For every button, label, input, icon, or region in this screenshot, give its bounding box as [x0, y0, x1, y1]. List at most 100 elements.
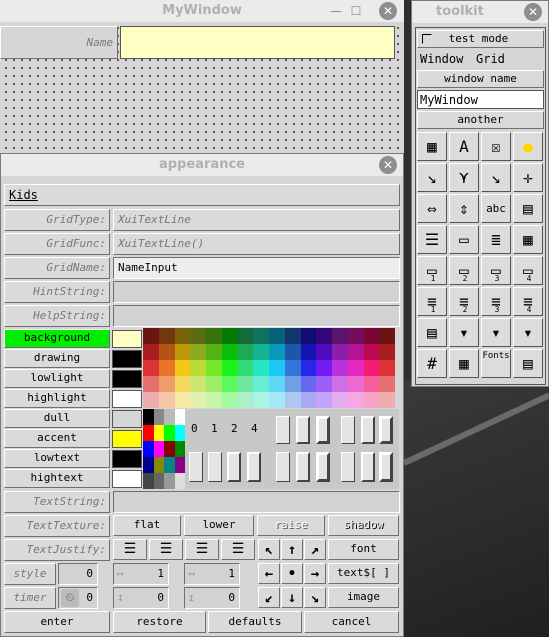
- palette-cell[interactable]: [269, 360, 285, 376]
- palette-cell[interactable]: [347, 328, 364, 344]
- arrows-merge-icon[interactable]: ⋎: [449, 163, 479, 192]
- palette-cell[interactable]: [206, 344, 222, 360]
- palette-cell[interactable]: [379, 376, 395, 392]
- border-style-option[interactable]: [316, 416, 330, 444]
- border-width-0[interactable]: 0: [191, 422, 198, 435]
- enter-button[interactable]: enter: [4, 611, 110, 633]
- basic-color-cell[interactable]: [153, 441, 164, 457]
- palette-cell[interactable]: [237, 360, 254, 376]
- justify-left-icon[interactable]: ☰: [113, 539, 147, 560]
- palette-cell[interactable]: [300, 376, 317, 392]
- border-style-option[interactable]: [208, 452, 222, 482]
- grid1b-icon[interactable]: ≡ 1: [417, 287, 447, 316]
- palette-cell[interactable]: [190, 376, 206, 392]
- palette-cell[interactable]: [379, 344, 395, 360]
- timer-field[interactable]: ⏲ 0: [58, 587, 98, 609]
- justify-full-icon[interactable]: ☰: [221, 539, 255, 560]
- palette-cell[interactable]: [347, 376, 364, 392]
- minimize-icon[interactable]: —: [327, 0, 345, 22]
- palette-cell[interactable]: [174, 328, 191, 344]
- menu-icon[interactable]: ▭: [449, 225, 479, 254]
- palette-cell[interactable]: [221, 392, 238, 408]
- palette-cell[interactable]: [158, 328, 175, 344]
- palette-icon[interactable]: ▦: [417, 132, 447, 161]
- border-style-option[interactable]: [379, 416, 393, 444]
- palette-cell[interactable]: [316, 392, 332, 408]
- basic-color-cell[interactable]: [153, 473, 164, 489]
- palette-cell[interactable]: [190, 328, 206, 344]
- border-style-option[interactable]: [276, 416, 290, 444]
- palette-cell[interactable]: [158, 392, 175, 408]
- grid4b-icon[interactable]: ≡ 4: [513, 287, 543, 316]
- number-icon[interactable]: #: [417, 349, 447, 378]
- color-role-lowtext[interactable]: lowtext: [4, 449, 110, 468]
- grid2b-icon[interactable]: ≡ 2: [449, 287, 479, 316]
- palette-cell[interactable]: [174, 392, 191, 408]
- arrow-ne-icon[interactable]: ↗: [304, 539, 326, 560]
- palette-cell[interactable]: [269, 344, 285, 360]
- palette-cell[interactable]: [300, 360, 317, 376]
- color-palette-basic[interactable]: [143, 409, 185, 489]
- palette-cell[interactable]: [332, 328, 348, 344]
- border-width-2[interactable]: 2: [231, 422, 238, 435]
- palette-cell[interactable]: [363, 360, 380, 376]
- arrow-n-icon[interactable]: ↑: [281, 539, 303, 560]
- basic-color-cell[interactable]: [174, 441, 185, 457]
- text-icon[interactable]: A: [449, 132, 479, 161]
- palette-cell[interactable]: [143, 360, 159, 376]
- style-value[interactable]: 0: [58, 563, 98, 585]
- border-style-option[interactable]: [296, 416, 310, 444]
- palette-cell[interactable]: [174, 344, 191, 360]
- test-mode-toggle[interactable]: test mode: [417, 30, 544, 48]
- palette-cell[interactable]: [332, 376, 348, 392]
- close-icon[interactable]: ✕: [524, 3, 542, 21]
- palette-cell[interactable]: [253, 344, 269, 360]
- palette-cell[interactable]: [253, 376, 269, 392]
- dropdown3-icon[interactable]: ▾: [513, 318, 543, 347]
- basic-color-cell[interactable]: [174, 473, 185, 489]
- texture-shadow-button[interactable]: shadow: [328, 515, 399, 536]
- color-swatch-lowlight[interactable]: [112, 370, 142, 388]
- arrow-se-icon[interactable]: ↘: [481, 163, 511, 192]
- spin-3-field[interactable]: ↧ 0: [113, 587, 169, 609]
- image-button[interactable]: image: [328, 587, 399, 608]
- palette-cell[interactable]: [284, 344, 301, 360]
- palette-cell[interactable]: [206, 392, 222, 408]
- another-button[interactable]: another: [417, 111, 544, 129]
- menu-window[interactable]: Window: [420, 52, 463, 66]
- color-role-hightext[interactable]: hightext: [4, 469, 110, 488]
- basic-color-cell[interactable]: [164, 473, 175, 489]
- arrow-w-icon[interactable]: ←: [258, 563, 280, 584]
- palette-cell[interactable]: [284, 360, 301, 376]
- color-swatch-accent[interactable]: [112, 430, 142, 448]
- window-name-button[interactable]: window name: [417, 70, 544, 88]
- arrow-nw-icon[interactable]: ↖: [258, 539, 280, 560]
- palette-cell[interactable]: [284, 392, 301, 408]
- color-swatch-background[interactable]: [112, 330, 142, 348]
- arrow-se-icon[interactable]: ↘: [304, 587, 326, 608]
- palette-cell[interactable]: [269, 392, 285, 408]
- palette-cell[interactable]: [379, 392, 395, 408]
- palette-cell[interactable]: [332, 392, 348, 408]
- grid1-icon[interactable]: ▭ 1: [417, 256, 447, 285]
- color-palette[interactable]: [143, 328, 395, 408]
- basic-color-cell[interactable]: [143, 441, 154, 457]
- texture-raise-button[interactable]: raise: [257, 515, 325, 536]
- border-width-4[interactable]: 4: [251, 422, 258, 435]
- palette-cell[interactable]: [300, 392, 317, 408]
- palette-cell[interactable]: [363, 344, 380, 360]
- border-style-option[interactable]: [361, 452, 375, 482]
- menu-grid[interactable]: Grid: [476, 52, 505, 66]
- palette-cell[interactable]: [316, 376, 332, 392]
- window-name-input[interactable]: MyWindow: [417, 90, 544, 109]
- panel-icon[interactable]: ▤: [417, 318, 447, 347]
- palette-cell[interactable]: [284, 376, 301, 392]
- basic-color-cell[interactable]: [143, 473, 154, 489]
- justify-right-icon[interactable]: ☰: [185, 539, 219, 560]
- palette-cell[interactable]: [347, 360, 364, 376]
- palette-cell[interactable]: [253, 328, 269, 344]
- border-style-option[interactable]: [189, 452, 203, 482]
- palette-cell[interactable]: [284, 328, 301, 344]
- restore-button[interactable]: restore: [113, 611, 206, 633]
- palette-cell[interactable]: [332, 344, 348, 360]
